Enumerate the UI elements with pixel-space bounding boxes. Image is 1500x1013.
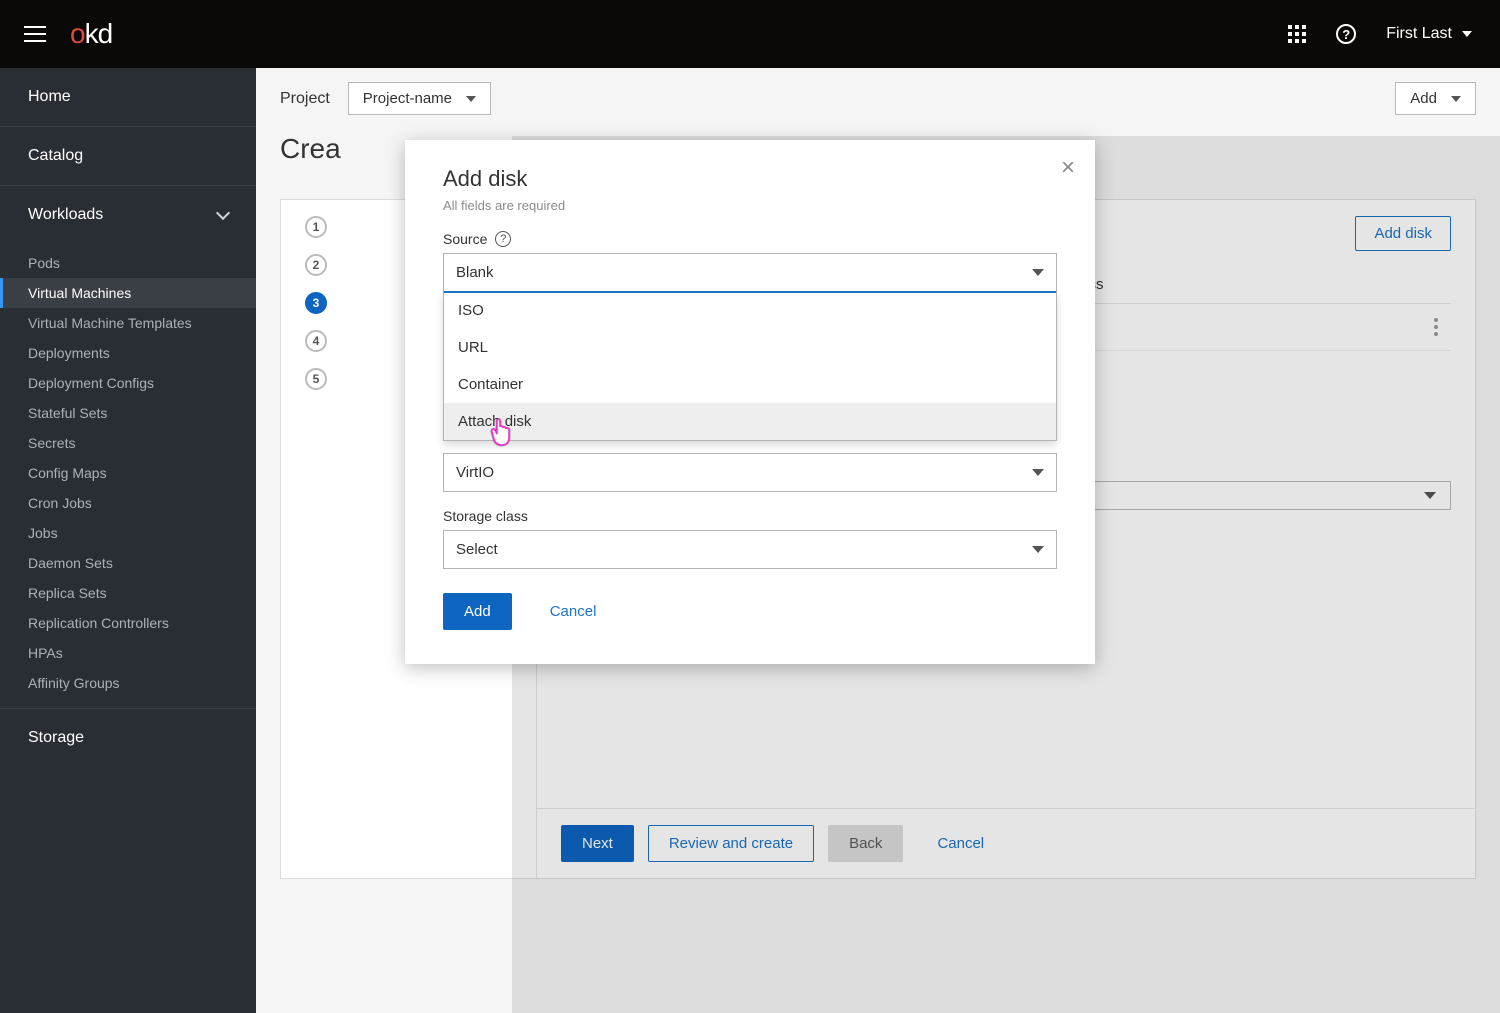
project-bar: Project Project-name Add [256,68,1500,129]
sidebar-item-catalog[interactable]: Catalog [0,127,256,185]
sidebar-item-config-maps[interactable]: Config Maps [0,458,256,488]
step-bullet: 4 [305,330,327,352]
chevron-down-icon [216,206,230,220]
step-bullet: 5 [305,368,327,390]
sidebar-item-vm-templates[interactable]: Virtual Machine Templates [0,308,256,338]
sidebar-item-daemon-sets[interactable]: Daemon Sets [0,548,256,578]
project-selector[interactable]: Project-name [348,82,491,115]
source-options-list: ISO URL Container Attach disk [443,292,1057,441]
top-bar: okd ? First Last [0,0,1500,68]
source-select[interactable]: Blank [443,253,1057,293]
sidebar-item-secrets[interactable]: Secrets [0,428,256,458]
storage-class-selected-value: Select [456,541,498,558]
source-option-container[interactable]: Container [444,366,1056,403]
interface-selected-value: VirtIO [456,464,494,481]
source-label: Source ? [443,231,1057,247]
sidebar-item-cron-jobs[interactable]: Cron Jobs [0,488,256,518]
sidebar-item-deployments[interactable]: Deployments [0,338,256,368]
storage-class-label: Storage class [443,508,1057,524]
sidebar-item-replica-sets[interactable]: Replica Sets [0,578,256,608]
step-bullet: 3 [305,292,327,314]
source-option-attach-disk[interactable]: Attach disk [444,403,1056,440]
modal-cancel-button[interactable]: Cancel [530,594,617,629]
user-menu[interactable]: First Last [1386,25,1472,43]
help-icon[interactable]: ? [1336,24,1356,44]
apps-grid-icon[interactable] [1288,25,1306,43]
step-bullet: 1 [305,216,327,238]
caret-down-icon [466,96,476,102]
hamburger-menu-icon[interactable] [24,26,46,42]
modal-add-button[interactable]: Add [443,593,512,630]
caret-down-icon [1451,96,1461,102]
storage-class-select[interactable]: Select [443,530,1057,569]
sidebar-item-home[interactable]: Home [0,68,256,126]
sidebar: Home Catalog Workloads Pods Virtual Mach… [0,68,256,1013]
user-name: First Last [1386,25,1452,43]
sidebar-item-storage[interactable]: Storage [0,709,256,767]
caret-down-icon [1032,469,1044,476]
sidebar-item-workloads[interactable]: Workloads [0,186,256,244]
brand-logo-kd: kd [85,18,113,49]
sidebar-item-deployment-configs[interactable]: Deployment Configs [0,368,256,398]
sidebar-item-replication-controllers[interactable]: Replication Controllers [0,608,256,638]
modal-actions: Add Cancel [443,593,1057,630]
sidebar-workloads-list: Pods Virtual Machines Virtual Machine Te… [0,244,256,708]
add-label: Add [1410,90,1437,107]
step-bullet: 2 [305,254,327,276]
caret-down-icon [1032,546,1044,553]
source-option-url[interactable]: URL [444,329,1056,366]
source-option-iso[interactable]: ISO [444,292,1056,329]
caret-down-icon [1032,269,1044,276]
sidebar-item-virtual-machines[interactable]: Virtual Machines [0,278,256,308]
add-disk-modal: × Add disk All fields are required Sourc… [405,140,1095,664]
add-dropdown[interactable]: Add [1395,82,1476,115]
sidebar-item-affinity-groups[interactable]: Affinity Groups [0,668,256,698]
source-selected-value: Blank [456,264,494,281]
brand-logo-o: o [70,18,85,49]
sidebar-workloads-label: Workloads [28,206,103,224]
modal-subtitle: All fields are required [443,198,1057,213]
source-label-text: Source [443,231,487,247]
help-icon[interactable]: ? [495,231,511,247]
sidebar-item-jobs[interactable]: Jobs [0,518,256,548]
project-selected-value: Project-name [363,90,452,107]
sidebar-item-pods[interactable]: Pods [0,248,256,278]
sidebar-item-hpas[interactable]: HPAs [0,638,256,668]
brand-logo[interactable]: okd [70,18,112,50]
sidebar-item-stateful-sets[interactable]: Stateful Sets [0,398,256,428]
close-icon[interactable]: × [1061,156,1075,180]
modal-title: Add disk [443,166,1057,192]
caret-down-icon [1462,31,1472,37]
project-label: Project [280,90,330,108]
interface-select[interactable]: VirtIO [443,453,1057,492]
